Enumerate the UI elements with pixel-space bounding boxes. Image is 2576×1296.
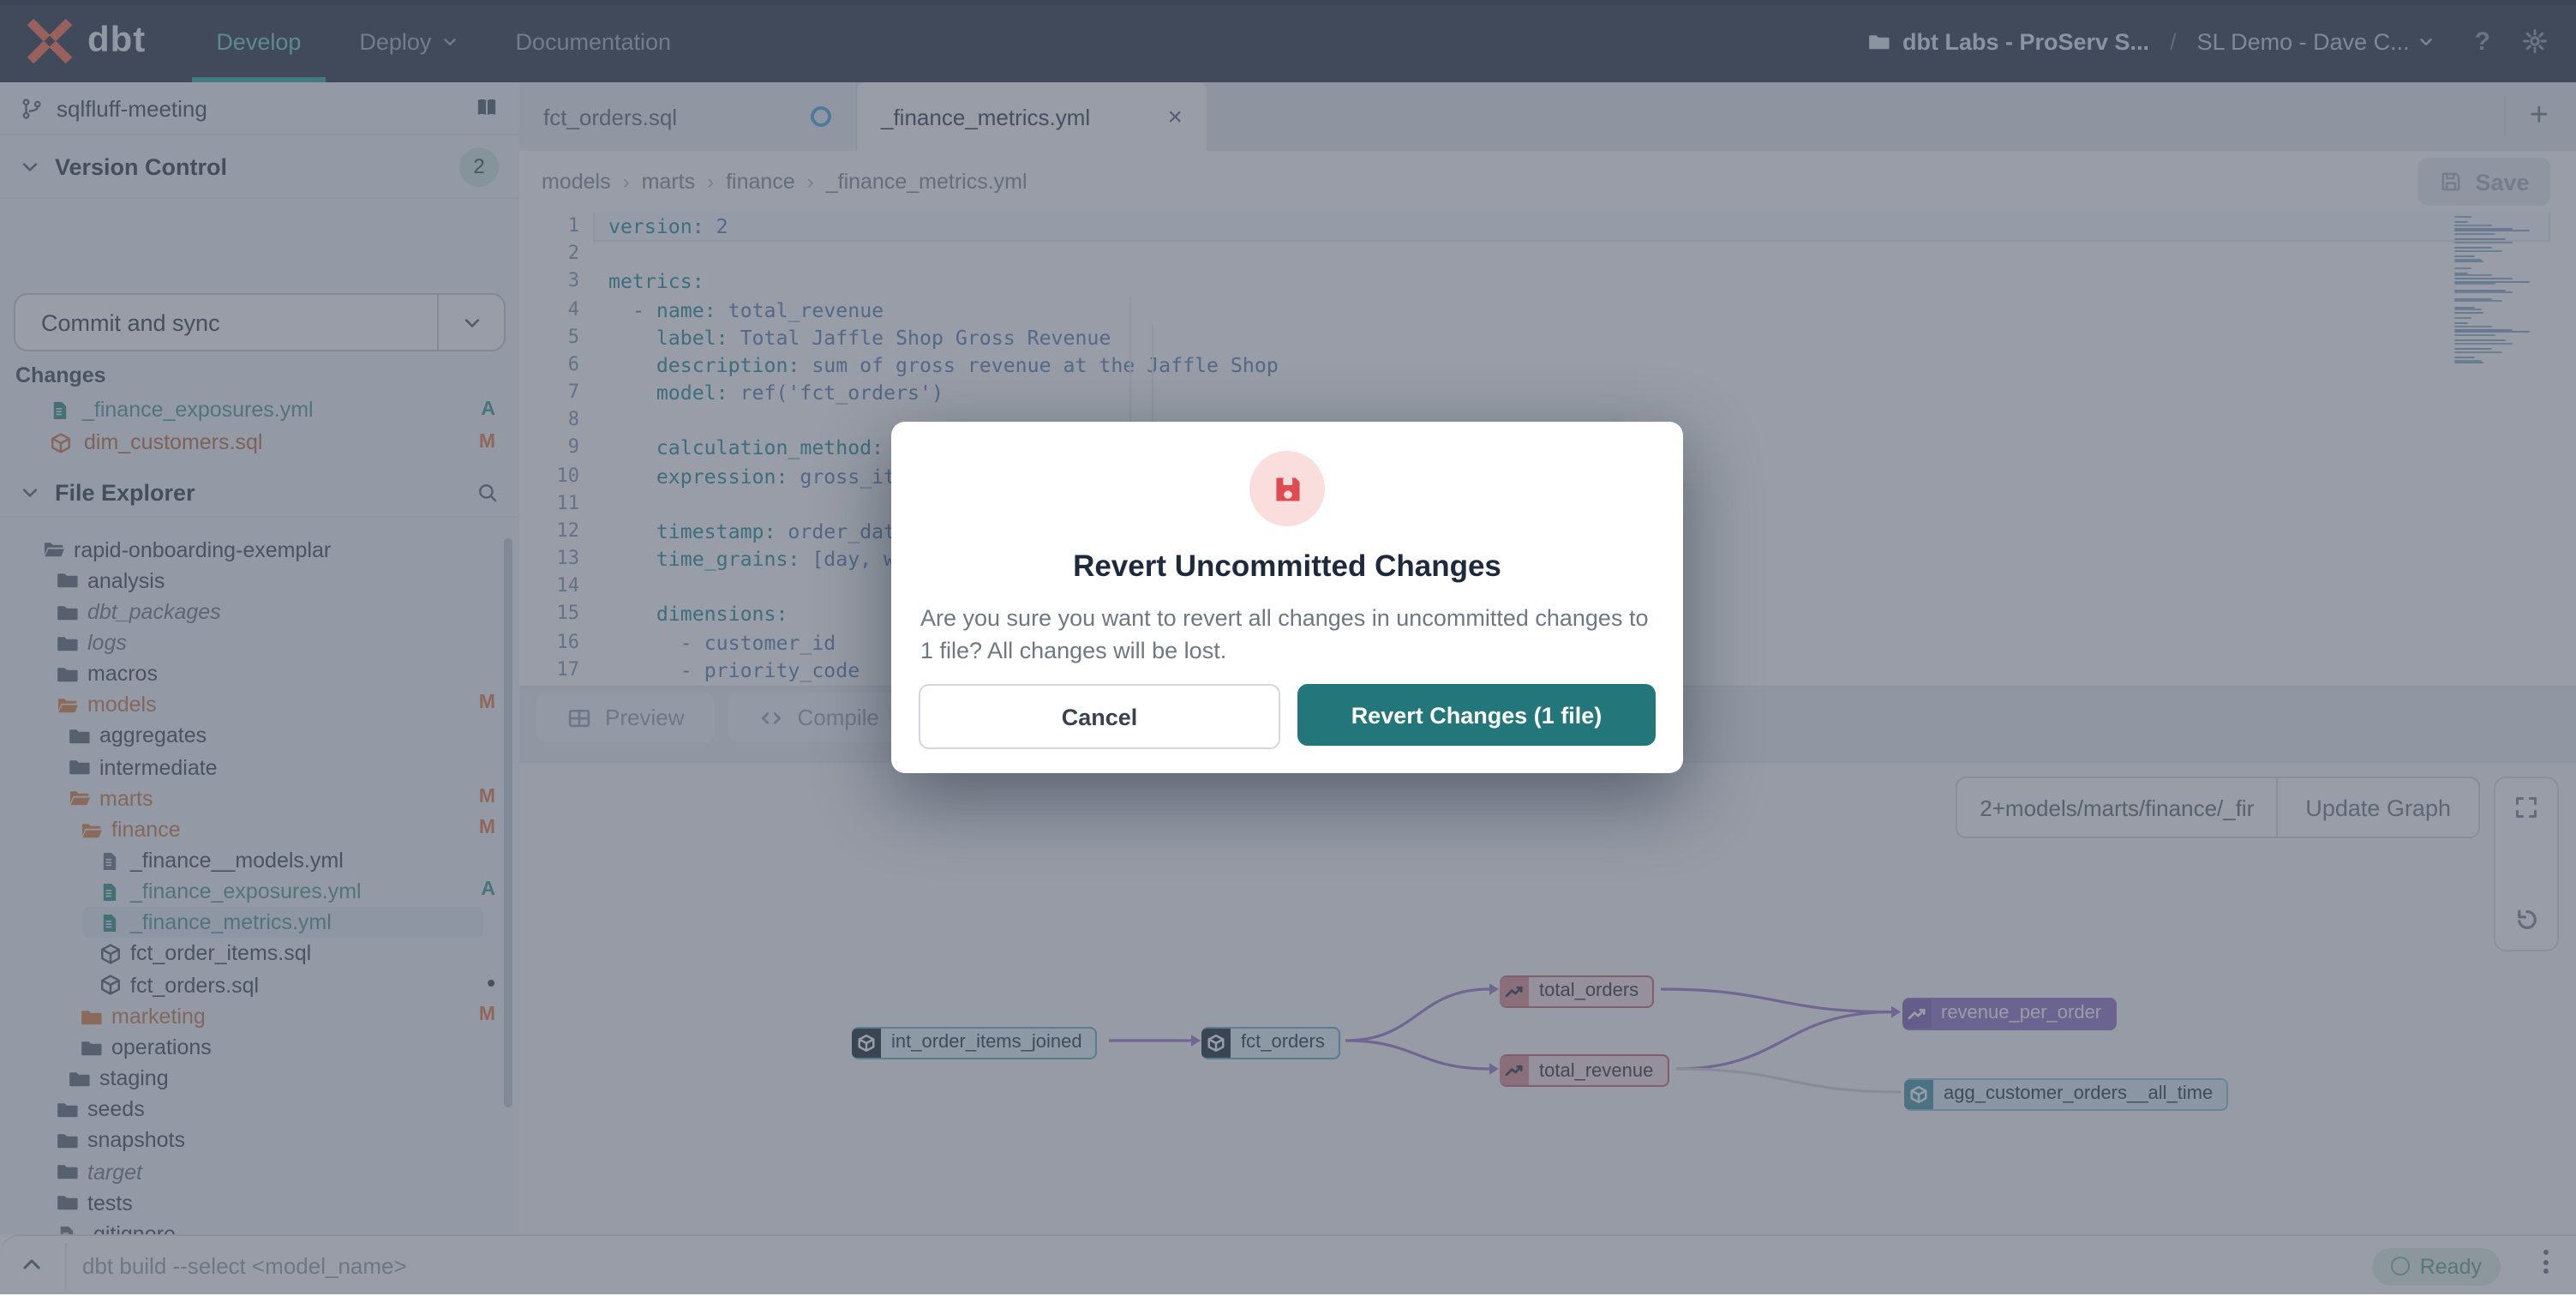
floppy-icon [1249, 451, 1325, 526]
cancel-button[interactable]: Cancel [919, 684, 1280, 749]
modal-buttons: Cancel Revert Changes (1 file) [919, 684, 1656, 749]
revert-changes-button[interactable]: Revert Changes (1 file) [1297, 684, 1656, 746]
dbt-cloud-ide: dbt Develop Deploy Documentation dbt Lab… [0, 0, 2576, 1294]
modal-title: Revert Uncommitted Changes [891, 549, 1683, 585]
revert-changes-modal: Revert Uncommitted Changes Are you sure … [891, 422, 1683, 773]
modal-body-text: Are you sure you want to revert all chan… [920, 602, 1654, 667]
